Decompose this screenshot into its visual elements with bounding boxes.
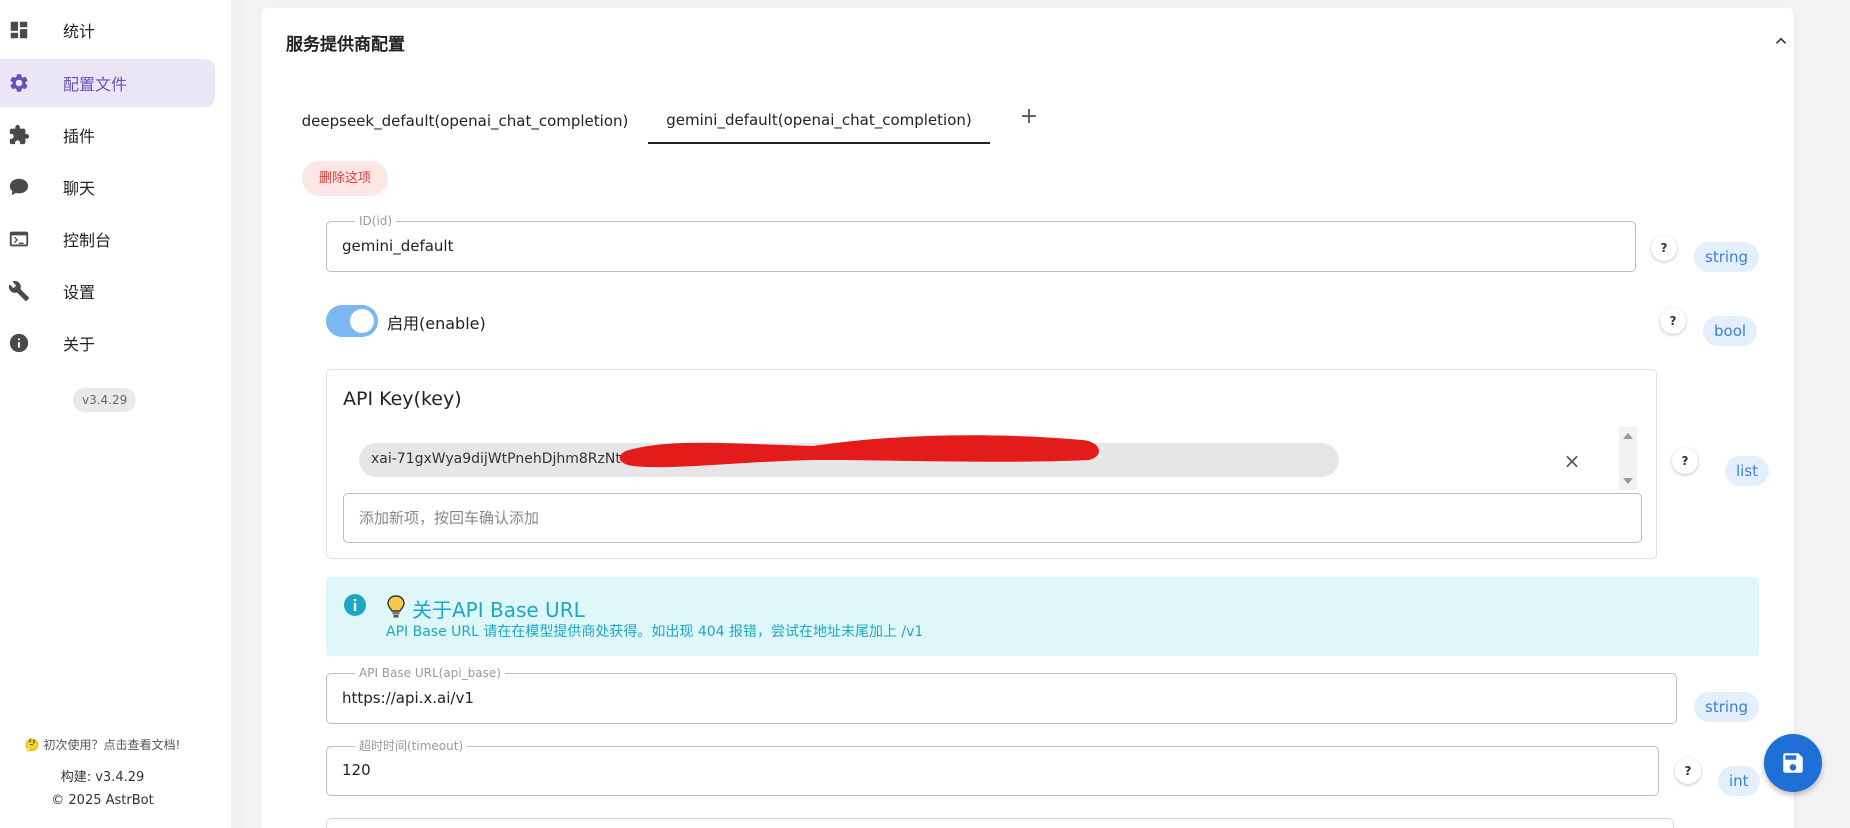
id-field[interactable]: ID(id) gemini_default	[326, 214, 1636, 272]
api-key-type-chip: list	[1725, 456, 1770, 486]
timeout-value: 120	[342, 761, 371, 779]
sidebar-item-stats[interactable]: 统计	[0, 6, 215, 54]
delete-item-button[interactable]: 删除这项	[302, 161, 389, 196]
docs-link[interactable]: 🤔 初次使用？点击查看文档!	[0, 736, 205, 753]
info-icon	[8, 332, 30, 354]
timeout-help-button[interactable]: ?	[1675, 758, 1701, 784]
sidebar-item-chat[interactable]: 聊天	[0, 163, 215, 211]
api-key-help-button[interactable]: ?	[1672, 448, 1698, 474]
sidebar-item-config[interactable]: 配置文件	[0, 59, 215, 107]
id-field-value: gemini_default	[342, 237, 454, 255]
enable-toggle[interactable]	[326, 305, 378, 337]
info-icon	[344, 594, 366, 616]
enable-label: 启用(enable)	[387, 314, 486, 333]
api-base-value: https://api.x.ai/v1	[342, 689, 474, 707]
id-help-button[interactable]: ?	[1651, 235, 1677, 261]
chat-icon	[8, 176, 30, 198]
sidebar-item-console[interactable]: 控制台	[0, 215, 215, 263]
wrench-icon	[8, 280, 30, 302]
sidebar-item-settings[interactable]: 设置	[0, 267, 215, 315]
sidebar: 统计 配置文件 插件 聊天 控制台 设置 关于 v3.4.29 🤔 初次使用？点…	[0, 0, 231, 828]
scrollbar[interactable]	[1619, 427, 1637, 490]
toggle-knob	[350, 309, 374, 333]
tab-gemini-default[interactable]: gemini_default(openai_chat_completion)	[648, 98, 990, 144]
sidebar-item-label: 配置文件	[63, 75, 128, 94]
alert-title: 关于API Base URL	[412, 598, 585, 622]
id-field-legend: ID(id)	[355, 214, 397, 228]
collapse-button[interactable]	[1770, 30, 1792, 52]
api-base-type-chip: string	[1694, 692, 1760, 722]
api-base-legend: API Base URL(api_base)	[355, 666, 505, 680]
api-key-list: API Key(key) xai-71gxWya9dijWtPnehDjhm8R…	[326, 369, 1657, 559]
sidebar-item-label: 聊天	[63, 179, 96, 198]
save-button[interactable]	[1764, 734, 1822, 792]
redaction-mark	[619, 435, 1100, 468]
scroll-up-icon[interactable]	[1623, 433, 1633, 439]
build-version: 构建: v3.4.29	[60, 770, 145, 785]
alert-text: API Base URL 请在在模型提供商处获得。如出现 404 报错，尝试在地…	[386, 624, 924, 640]
enable-type-chip: bool	[1703, 316, 1758, 346]
sidebar-item-label: 插件	[63, 127, 96, 146]
copyright: © 2025 AstrBot	[51, 793, 154, 808]
api-key-value: xai-71gxWya9dijWtPnehDjhm8RzNt	[371, 451, 621, 467]
sidebar-item-about[interactable]: 关于	[0, 319, 215, 367]
add-item-input[interactable]	[343, 493, 1642, 543]
timeout-field[interactable]: 超时时间(timeout) 120	[326, 739, 1659, 796]
dashboard-icon	[8, 19, 30, 41]
sidebar-divider	[231, 0, 245, 828]
card-title: 服务提供商配置	[286, 35, 405, 55]
gear-icon	[8, 72, 30, 94]
puzzle-icon	[8, 124, 30, 146]
sidebar-item-label: 关于	[63, 335, 96, 354]
save-icon	[1783, 753, 1803, 773]
add-tab-button[interactable]: +	[1018, 103, 1040, 131]
enable-help-button[interactable]: ?	[1660, 308, 1686, 334]
next-field[interactable]	[326, 818, 1674, 828]
api-base-info-alert: 关于API Base URL API Base URL 请在在模型提供商处获得。…	[326, 577, 1759, 656]
timeout-type-chip: int	[1718, 766, 1760, 796]
sidebar-item-label: 控制台	[63, 231, 112, 250]
sidebar-item-label: 设置	[63, 283, 96, 302]
timeout-legend: 超时时间(timeout)	[355, 739, 468, 753]
tab-deepseek-default[interactable]: deepseek_default(openai_chat_completion)	[295, 98, 635, 144]
api-base-field[interactable]: API Base URL(api_base) https://api.x.ai/…	[326, 666, 1677, 724]
id-type-chip: string	[1694, 242, 1760, 272]
version-badge: v3.4.29	[73, 388, 137, 412]
chevron-up-icon	[1775, 37, 1787, 44]
sidebar-item-label: 统计	[63, 22, 96, 41]
sidebar-item-plugins[interactable]: 插件	[0, 111, 215, 159]
api-key-title: API Key(key)	[343, 388, 462, 410]
lightbulb-icon	[387, 595, 405, 618]
terminal-icon	[8, 228, 30, 250]
remove-key-icon[interactable]: ×	[1561, 450, 1583, 472]
scroll-down-icon[interactable]	[1623, 478, 1633, 484]
